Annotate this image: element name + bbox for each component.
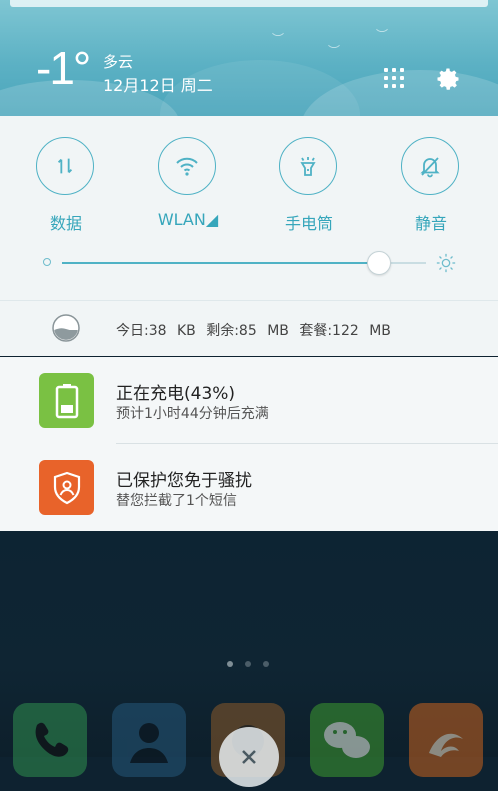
data-usage-row[interactable]: 今日:38 KB 剩余:85 MB 套餐:122 MB <box>0 300 498 356</box>
brightness-control <box>40 251 460 275</box>
bird-icon: ︶ <box>328 44 341 58</box>
toggle-data[interactable]: 数据 <box>16 137 116 237</box>
date-label: 12月12日 周二 <box>103 76 213 95</box>
weather-header: ︶ ︶ ︶ -1° 多云 12月12日 周二 <box>0 0 498 116</box>
notification-subtitle: 替您拦截了1个短信 <box>116 493 237 509</box>
battery-icon <box>39 373 94 428</box>
data-usage-gauge-icon <box>52 314 80 342</box>
notification-charging[interactable]: 正在充电(43%) 预计1小时44分钟后充满 <box>0 357 498 443</box>
notification-subtitle: 预计1小时44分钟后充满 <box>116 406 269 422</box>
status-handle <box>10 0 488 7</box>
gear-icon[interactable] <box>434 65 462 93</box>
brightness-slider[interactable] <box>62 251 426 275</box>
phone-app-icon[interactable] <box>13 703 87 777</box>
brightness-low-icon <box>43 258 51 266</box>
uc-browser-app-icon[interactable] <box>409 703 483 777</box>
close-icon <box>242 750 256 764</box>
brightness-knob[interactable] <box>366 251 391 275</box>
home-screen-background <box>0 531 498 787</box>
notification-title: 正在充电(43%) <box>116 384 236 404</box>
weather-condition: 多云 <box>103 53 134 71</box>
page-indicator <box>263 661 269 667</box>
brightness-fill <box>62 262 379 264</box>
toggle-label: WLAN◢ <box>157 210 219 229</box>
toggle-label: 数据 <box>49 214 82 233</box>
contacts-app-icon[interactable] <box>112 703 186 777</box>
bird-icon: ︶ <box>376 28 389 42</box>
data-usage-text: 今日:38 KB 剩余:85 MB 套餐:122 MB <box>116 323 391 339</box>
temperature: -1° <box>36 42 91 94</box>
flashlight-icon <box>279 137 337 195</box>
close-button[interactable] <box>219 727 279 787</box>
toggle-label: 手电筒 <box>284 214 333 233</box>
toggle-flashlight[interactable]: 手电筒 <box>259 137 359 237</box>
page-indicator-active <box>227 661 233 667</box>
bell-off-icon <box>401 137 459 195</box>
brightness-high-icon <box>436 253 456 273</box>
notification-title: 已保护您免于骚扰 <box>116 471 252 491</box>
toggle-mute[interactable]: 静音 <box>381 137 481 237</box>
data-transfer-icon <box>36 137 94 195</box>
wifi-icon <box>158 137 216 195</box>
shield-user-icon <box>39 460 94 515</box>
page-indicator <box>245 661 251 667</box>
toggle-wlan[interactable]: WLAN◢ <box>138 137 238 237</box>
grid-icon[interactable] <box>384 68 406 90</box>
bird-icon: ︶ <box>272 32 285 46</box>
wechat-app-icon[interactable] <box>310 703 384 777</box>
notification-list: 正在充电(43%) 预计1小时44分钟后充满 已保护您免于骚扰 替您拦截了1个短… <box>0 357 498 531</box>
notification-security[interactable]: 已保护您免于骚扰 替您拦截了1个短信 <box>0 444 498 530</box>
toggle-label: 静音 <box>414 214 447 233</box>
